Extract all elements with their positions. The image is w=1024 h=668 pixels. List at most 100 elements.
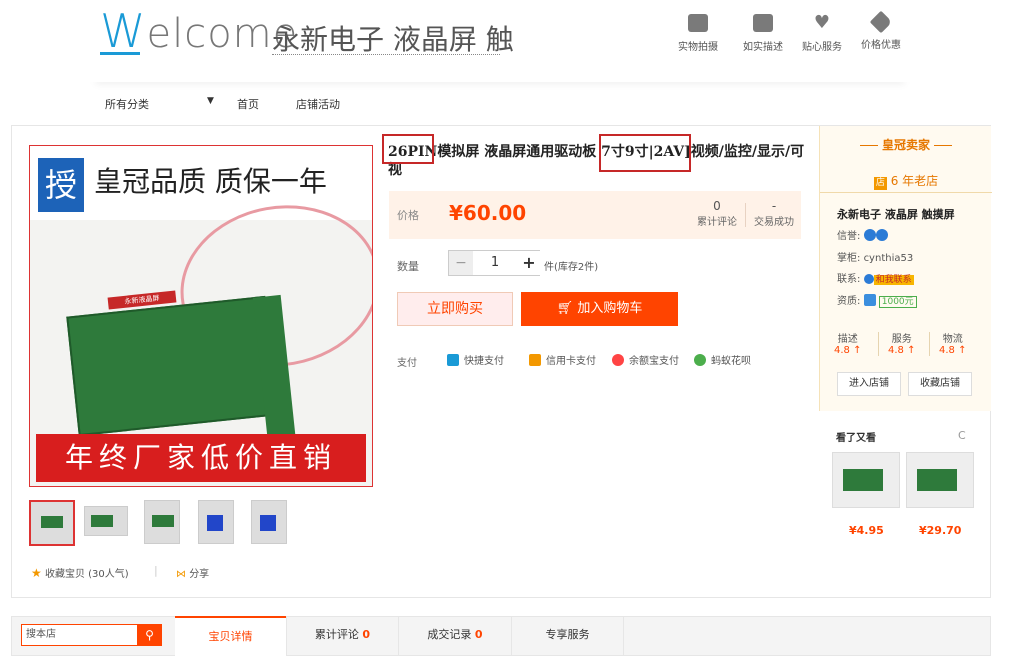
add-to-cart-button[interactable]: 🛒︎ 加入购物车 [521,292,678,326]
nav-promotions[interactable]: 店铺活动 [296,96,340,112]
service-accurate-desc[interactable]: 如实描述 [743,14,783,53]
thumbnail-2[interactable] [84,506,128,536]
id-icon [863,294,876,306]
pay-label: 信用卡支付 [546,356,596,367]
service-real-photo[interactable]: 实物拍摄 [678,14,718,53]
reviews-label: 累计评论 [697,217,737,228]
rating-description: 描述 4.8 ↑ [834,330,861,356]
chevron-down-icon[interactable]: ▼ [207,96,214,106]
deals-count: - [771,199,777,213]
welcome-logo[interactable]: Welcome [100,4,298,58]
logo-w: W [100,4,147,58]
huabei-icon [694,354,706,366]
nav-home[interactable]: 首页 [237,96,259,112]
service-caring[interactable]: ♥ 贴心服务 [802,14,842,54]
seller-credit: 信誉: [837,227,888,242]
contact-label: 联系: [837,274,861,285]
service-label: 实物拍摄 [678,42,718,53]
quantity-input[interactable]: 1 [473,251,517,275]
service-label: 贴心服务 [802,42,842,53]
rating-label: 物流 [942,334,963,345]
also-viewed-price-2[interactable]: ¥29.70 [919,524,961,537]
thumb-board [152,515,174,527]
tab-label: 专享服务 [545,628,590,641]
divider [820,192,992,193]
logo-underline [100,52,140,55]
also-thumb-board [917,469,957,491]
nav-all-categories[interactable]: 所有分类 [105,96,149,112]
thumbnail-1[interactable] [29,500,75,546]
shop-name-underline [272,54,500,55]
pay-label: 余额宝支付 [629,356,679,367]
increment-button[interactable]: + [517,251,541,275]
tab-reviews[interactable]: 累计评论 0 [287,616,398,656]
seller-owner: 掌柜: cynthia53 [837,249,913,264]
rating-label: 服务 [891,334,912,345]
deals-stat[interactable]: - 交易成功 [747,199,801,228]
tab-exclusive-service[interactable]: 专享服务 [512,616,623,656]
also-viewed-item-1[interactable] [832,452,900,508]
rating-label: 描述 [837,334,858,345]
rating-value: 4.8 ↑ [888,345,916,356]
qual-label: 资质: [837,296,861,307]
share-icon: ⋈ [176,569,186,580]
favorite-item[interactable]: ★ 收藏宝贝 (30人气) [31,565,129,580]
divider: | [154,564,158,577]
favorite-label: 收藏宝贝 (30人气) [44,569,129,580]
thumbnail-5[interactable] [251,500,287,544]
pay-quick[interactable]: 快捷支付 [447,352,504,367]
highlight-box-size [599,134,691,172]
promo-banner: 年终厂家低价直销 [36,434,366,482]
divider [929,332,930,356]
quantity-label: 数量 [397,260,419,273]
tab-count: 0 [474,628,483,641]
service-discount[interactable]: 价格优惠 [861,10,901,51]
tab-transactions[interactable]: 成交记录 0 [399,616,511,656]
divider [878,332,879,356]
reviews-stat[interactable]: 0 累计评论 [687,199,747,228]
also-viewed-price-1[interactable]: ¥4.95 [849,524,884,537]
pay-yuebao[interactable]: 余额宝支付 [612,352,679,367]
tab-label: 宝贝详情 [208,630,253,643]
divider [623,616,624,656]
decrement-button[interactable]: − [449,251,473,275]
price-label: 价格 [397,209,419,222]
favorite-shop-button[interactable]: 收藏店铺 [908,372,972,396]
enter-shop-button[interactable]: 进入店铺 [837,372,901,396]
store-age-label: 6 年老店 [890,174,939,188]
rating-logistics: 物流 4.8 ↑ [939,330,966,356]
driver-board [66,295,278,437]
yuebao-icon [612,354,624,366]
product-main-image[interactable]: 授 皇冠品质 质保一年 永新液晶屏 年终厂家低价直销 [29,145,373,487]
highlight-box-26pin [382,134,434,164]
rating-value: 4.8 ↑ [834,345,862,356]
service-label: 如实描述 [743,42,783,53]
payment-label: 支付 [397,358,417,369]
thumb-board [41,516,63,528]
divider [859,145,878,146]
contact-button[interactable]: 和我联系 [873,275,914,285]
search-icon[interactable]: ⚲ [137,624,162,646]
chat-icon [863,274,874,284]
owner-name[interactable]: cynthia53 [864,253,914,264]
share-button[interactable]: ⋈ 分享 [176,565,209,580]
credit-label: 信誉: [837,231,861,242]
shop-search-input[interactable]: 搜本店 [21,624,138,646]
thumbnail-3[interactable] [144,500,180,544]
pay-label: 快捷支付 [464,356,504,367]
also-viewed-item-2[interactable] [906,452,974,508]
reviews-count: 0 [713,199,721,213]
refresh-icon[interactable]: C [958,429,966,442]
seller-name[interactable]: 永新电子 液晶屏 触摸屏 [837,206,955,222]
also-viewed-title: 看了又看 [836,433,876,444]
divider [934,145,952,146]
also-thumb-board [843,469,883,491]
deposit-badge[interactable]: 1000元 [878,296,917,308]
buy-now-button[interactable]: 立即购买 [397,292,513,326]
rating-service: 服务 4.8 ↑ [888,330,915,356]
pay-credit[interactable]: 信用卡支付 [529,352,596,367]
tab-item-details[interactable]: 宝贝详情 [175,616,286,656]
document-icon [753,14,773,32]
thumbnail-4[interactable] [198,500,234,544]
pay-huabei[interactable]: 蚂蚁花呗 [694,352,751,367]
